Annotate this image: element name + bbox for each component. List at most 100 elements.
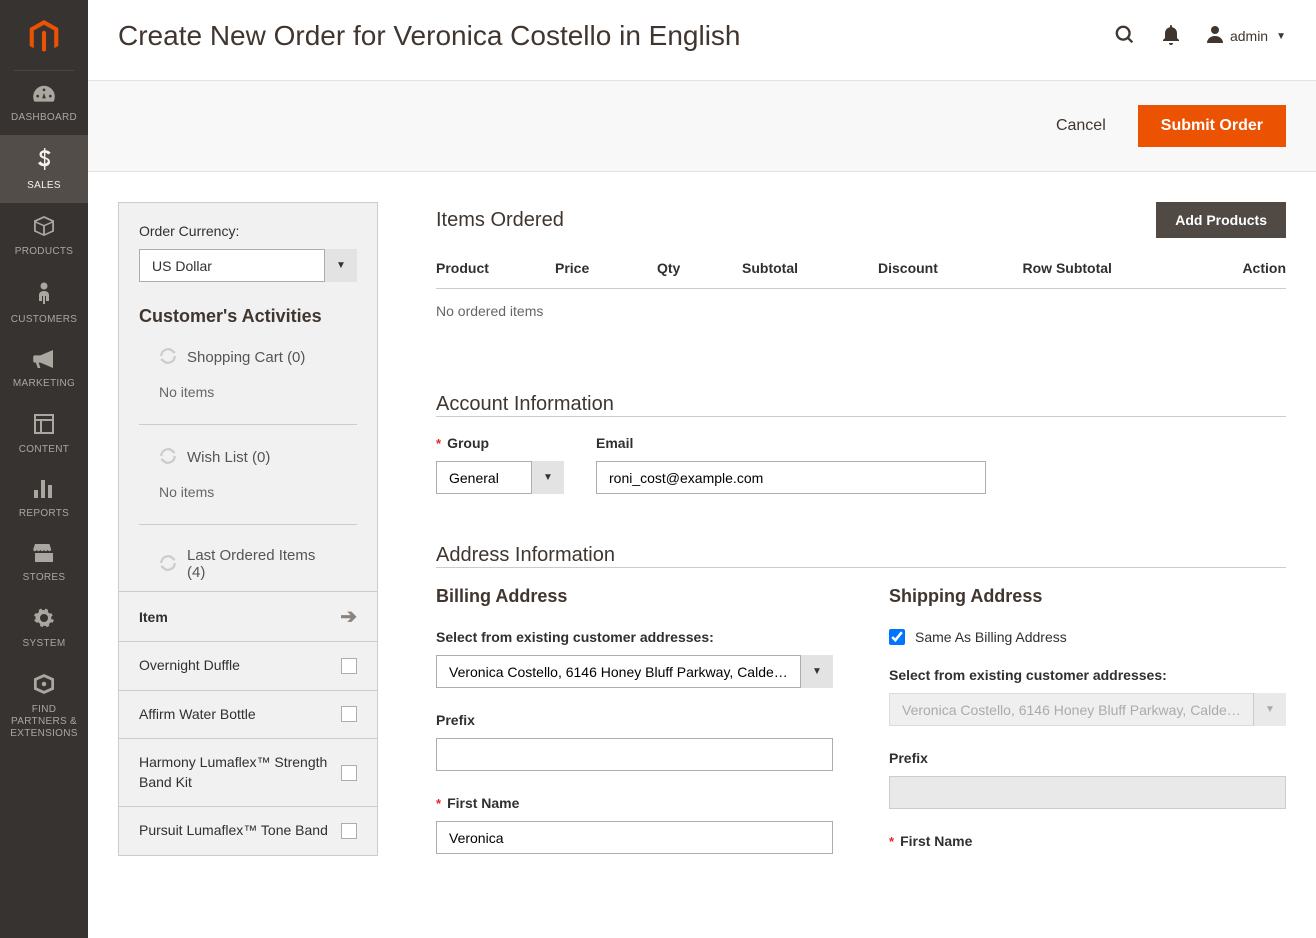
chevron-down-icon: ▼ bbox=[1276, 31, 1286, 42]
no-items-text: No items bbox=[159, 384, 337, 400]
storefront-icon bbox=[33, 544, 55, 568]
submit-order-button[interactable]: Submit Order bbox=[1138, 105, 1286, 147]
shipping-prefix-field bbox=[889, 776, 1286, 809]
bar-chart-icon bbox=[34, 480, 54, 504]
last-ordered-item-row: Harmony Lumaflex™ Strength Band Kit bbox=[119, 739, 377, 807]
add-products-button[interactable]: Add Products bbox=[1156, 202, 1286, 238]
nav-label: SYSTEM bbox=[23, 638, 66, 650]
prefix-label: Prefix bbox=[889, 750, 928, 766]
refresh-icon[interactable] bbox=[159, 554, 177, 575]
item-checkbox[interactable] bbox=[341, 706, 357, 722]
arrow-right-icon: ➔ bbox=[340, 604, 357, 629]
th-product: Product bbox=[436, 260, 555, 276]
email-field[interactable] bbox=[596, 461, 986, 494]
box-icon bbox=[33, 216, 55, 242]
nav-stores[interactable]: STORES bbox=[0, 531, 88, 595]
nav-label: REPORTS bbox=[19, 508, 69, 520]
search-icon[interactable] bbox=[1114, 24, 1136, 49]
order-currency-select[interactable]: US Dollar bbox=[139, 249, 357, 282]
nav-label: CONTENT bbox=[19, 444, 69, 456]
nav-label: MARKETING bbox=[13, 378, 75, 390]
select-address-label: Select from existing customer addresses: bbox=[436, 629, 714, 645]
magento-logo[interactable] bbox=[0, 0, 88, 70]
order-sidebar-panel: Order Currency: US Dollar ▼ Customer's A… bbox=[118, 202, 378, 856]
first-name-label: First Name bbox=[447, 795, 519, 811]
person-icon bbox=[37, 282, 51, 310]
prefix-label: Prefix bbox=[436, 712, 475, 728]
item-name: Affirm Water Bottle bbox=[139, 705, 256, 725]
nav-sales[interactable]: SALES bbox=[0, 135, 88, 203]
activities-title: Customer's Activities bbox=[139, 306, 357, 327]
nav-label: CUSTOMERS bbox=[11, 314, 77, 326]
last-ordered-item-row: Affirm Water Bottle bbox=[119, 691, 377, 740]
action-bar: Cancel Submit Order bbox=[88, 80, 1316, 172]
select-address-label: Select from existing customer addresses: bbox=[889, 667, 1167, 683]
items-ordered-title: Items Ordered bbox=[436, 209, 564, 232]
gauge-icon bbox=[33, 84, 55, 108]
order-currency-label: Order Currency: bbox=[139, 223, 357, 239]
nav-marketing[interactable]: MARKETING bbox=[0, 337, 88, 401]
item-name: Harmony Lumaflex™ Strength Band Kit bbox=[139, 753, 329, 792]
first-name-label: First Name bbox=[900, 833, 972, 849]
cancel-button[interactable]: Cancel bbox=[1044, 109, 1118, 143]
account-info-title: Account Information bbox=[436, 393, 1286, 416]
nav-dashboard[interactable]: DASHBOARD bbox=[0, 71, 88, 135]
nav-label: PRODUCTS bbox=[15, 246, 74, 258]
megaphone-icon bbox=[33, 350, 55, 374]
refresh-icon[interactable] bbox=[159, 447, 177, 468]
shopping-cart-heading: Shopping Cart (0) bbox=[187, 349, 305, 366]
nav-label: SALES bbox=[27, 180, 61, 192]
last-ordered-item-row: Pursuit Lumaflex™ Tone Band bbox=[119, 807, 377, 855]
user-menu[interactable]: admin ▼ bbox=[1206, 25, 1286, 48]
required-star: * bbox=[436, 796, 441, 811]
item-name: Overnight Duffle bbox=[139, 656, 240, 676]
same-as-billing-checkbox[interactable] bbox=[889, 629, 905, 645]
billing-address-select[interactable]: Veronica Costello, 6146 Honey Bluff Park… bbox=[436, 655, 833, 688]
address-info-title: Address Information bbox=[436, 544, 1286, 567]
th-action: Action bbox=[1210, 260, 1287, 276]
nav-content[interactable]: CONTENT bbox=[0, 401, 88, 467]
last-ordered-item-row: Overnight Duffle bbox=[119, 642, 377, 691]
required-star: * bbox=[889, 834, 894, 849]
nav-products[interactable]: PRODUCTS bbox=[0, 203, 88, 269]
billing-first-name-field[interactable] bbox=[436, 821, 833, 854]
group-label: Group bbox=[447, 435, 489, 451]
item-checkbox[interactable] bbox=[341, 658, 357, 674]
billing-address-title: Billing Address bbox=[436, 586, 833, 607]
item-column-header: Item bbox=[139, 609, 168, 625]
admin-sidebar: DASHBOARD SALES PRODUCTS CUSTOMERS MARKE… bbox=[0, 0, 88, 938]
nav-reports[interactable]: REPORTS bbox=[0, 467, 88, 531]
item-checkbox[interactable] bbox=[341, 823, 357, 839]
group-select[interactable]: General bbox=[436, 461, 564, 494]
user-label: admin bbox=[1230, 28, 1268, 44]
last-ordered-heading: Last Ordered Items (4) bbox=[187, 547, 337, 581]
no-ordered-items-text: No ordered items bbox=[436, 289, 1286, 333]
nav-label: STORES bbox=[23, 572, 66, 584]
nav-system[interactable]: SYSTEM bbox=[0, 595, 88, 661]
no-items-text: No items bbox=[159, 484, 337, 500]
gear-icon bbox=[34, 608, 54, 634]
th-subtotal: Subtotal bbox=[742, 260, 878, 276]
billing-prefix-field[interactable] bbox=[436, 738, 833, 771]
puzzle-icon bbox=[33, 674, 55, 700]
item-name: Pursuit Lumaflex™ Tone Band bbox=[139, 821, 328, 841]
th-qty: Qty bbox=[657, 260, 742, 276]
required-star: * bbox=[436, 436, 441, 451]
refresh-icon[interactable] bbox=[159, 347, 177, 368]
shipping-address-title: Shipping Address bbox=[889, 586, 1286, 607]
th-row-subtotal: Row Subtotal bbox=[1023, 260, 1210, 276]
item-checkbox[interactable] bbox=[341, 765, 357, 781]
bell-icon[interactable] bbox=[1162, 25, 1180, 48]
th-discount: Discount bbox=[878, 260, 1023, 276]
wish-list-heading: Wish List (0) bbox=[187, 449, 270, 466]
th-price: Price bbox=[555, 260, 657, 276]
page-header: Create New Order for Veronica Costello i… bbox=[88, 0, 1316, 80]
user-icon bbox=[1206, 25, 1224, 48]
nav-customers[interactable]: CUSTOMERS bbox=[0, 269, 88, 337]
email-label: Email bbox=[596, 435, 633, 451]
shipping-address-select: Veronica Costello, 6146 Honey Bluff Park… bbox=[889, 693, 1286, 726]
nav-label: FIND PARTNERS & EXTENSIONS bbox=[4, 704, 84, 740]
layout-icon bbox=[34, 414, 54, 440]
same-as-billing-label: Same As Billing Address bbox=[915, 629, 1067, 645]
nav-partners[interactable]: FIND PARTNERS & EXTENSIONS bbox=[0, 661, 88, 751]
